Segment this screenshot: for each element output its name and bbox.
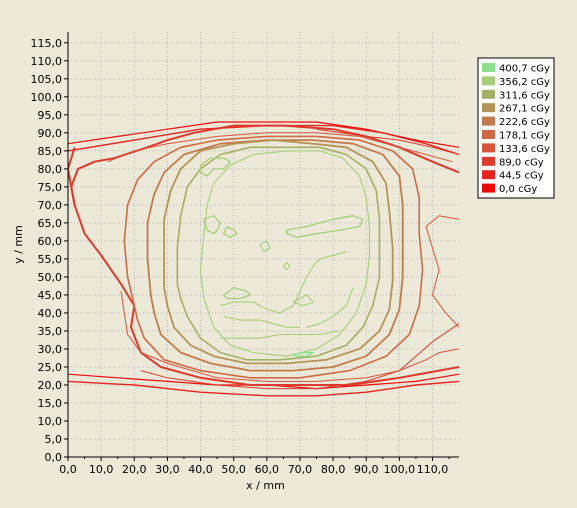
legend-swatch bbox=[482, 76, 495, 86]
legend-swatch bbox=[482, 183, 495, 193]
legend-label: 0,0 cGy bbox=[499, 184, 537, 195]
y-tick-label: 55,0 bbox=[38, 253, 63, 266]
y-tick-label: 65,0 bbox=[38, 217, 63, 230]
y-tick-label: 110,0 bbox=[31, 55, 63, 68]
y-tick-label: 80,0 bbox=[38, 163, 63, 176]
x-tick-label: 30,0 bbox=[155, 463, 180, 476]
x-axis-title: x / mm bbox=[246, 479, 285, 492]
y-tick-label: 15,0 bbox=[38, 397, 63, 410]
legend-swatch bbox=[482, 130, 495, 139]
y-tick-label: 40,0 bbox=[38, 307, 63, 320]
y-tick-label: 60,0 bbox=[38, 235, 63, 248]
legend-swatch bbox=[482, 63, 495, 72]
dose-contour-chart: 0,0 10,0 20,0 30,0 40,0 50,0 60,0 70,0 80,0 90,0 1… bbox=[0, 0, 577, 508]
y-tick-label: 10,0 bbox=[38, 415, 63, 428]
legend-label: 400,7 cGy bbox=[499, 64, 550, 75]
legend-label: 356,2 cGy bbox=[499, 77, 550, 88]
legend-label: 178,1 cGy bbox=[499, 131, 550, 142]
legend-swatch bbox=[482, 156, 495, 166]
legend-label: 44,5 cGy bbox=[499, 171, 544, 182]
plot-area bbox=[68, 32, 459, 457]
y-tick-label: 25,0 bbox=[38, 361, 63, 374]
x-tick-label: 90,0 bbox=[354, 463, 379, 476]
x-tick-label: 100,0 bbox=[384, 463, 416, 476]
legend-swatch bbox=[482, 89, 495, 99]
y-tick-label: 30,0 bbox=[38, 343, 63, 356]
legend-swatch bbox=[482, 170, 495, 180]
x-tick-label: 80,0 bbox=[321, 463, 346, 476]
y-tick-label: 95,0 bbox=[38, 109, 63, 122]
legend-swatch bbox=[482, 143, 495, 153]
y-tick-label: 90,0 bbox=[38, 127, 63, 140]
x-tick-label: 20,0 bbox=[122, 463, 147, 476]
legend-label: 267,1 cGy bbox=[499, 104, 550, 115]
legend: 400,7 cGy 356,2 cGy 311,6 cGy 267,1 cGy 222,… bbox=[477, 57, 555, 199]
y-tick-label: 70,0 bbox=[38, 199, 63, 212]
y-tick-label: 45,0 bbox=[38, 289, 63, 302]
x-tick-label: 40,0 bbox=[188, 463, 213, 476]
y-tick-label: 105,0 bbox=[31, 73, 63, 86]
y-tick-label: 85,0 bbox=[38, 145, 63, 158]
legend-label: 89,0 cGy bbox=[499, 157, 544, 168]
legend-label: 311,6 cGy bbox=[499, 90, 550, 101]
x-tick-label: 50,0 bbox=[221, 463, 246, 476]
y-tick-label: 100,0 bbox=[31, 91, 63, 104]
chart-canvas: 0,0 10,0 20,0 30,0 40,0 50,0 60,0 70,0 80,0 90,0 1… bbox=[12, 32, 555, 492]
y-tick-label: 115,0 bbox=[31, 37, 63, 50]
y-axis-title: y / mm bbox=[12, 225, 25, 264]
y-tick-label: 75,0 bbox=[38, 181, 63, 194]
x-tick-label: 60,0 bbox=[255, 463, 280, 476]
y-tick-label: 35,0 bbox=[38, 325, 63, 338]
legend-swatch bbox=[482, 116, 495, 126]
legend-swatch bbox=[482, 103, 495, 113]
legend-label: 222,6 cGy bbox=[499, 117, 550, 128]
x-tick-label: 70,0 bbox=[288, 463, 313, 476]
x-tick-label: 0,0 bbox=[59, 463, 77, 476]
x-tick-label: 110,0 bbox=[417, 463, 449, 476]
y-tick-label: 50,0 bbox=[38, 271, 63, 284]
y-tick-label: 0,0 bbox=[45, 451, 63, 464]
x-tick-label: 10,0 bbox=[89, 463, 114, 476]
legend-label: 133,6 cGy bbox=[499, 144, 550, 155]
y-tick-label: 5,0 bbox=[45, 433, 63, 446]
y-tick-label: 20,0 bbox=[38, 379, 63, 392]
